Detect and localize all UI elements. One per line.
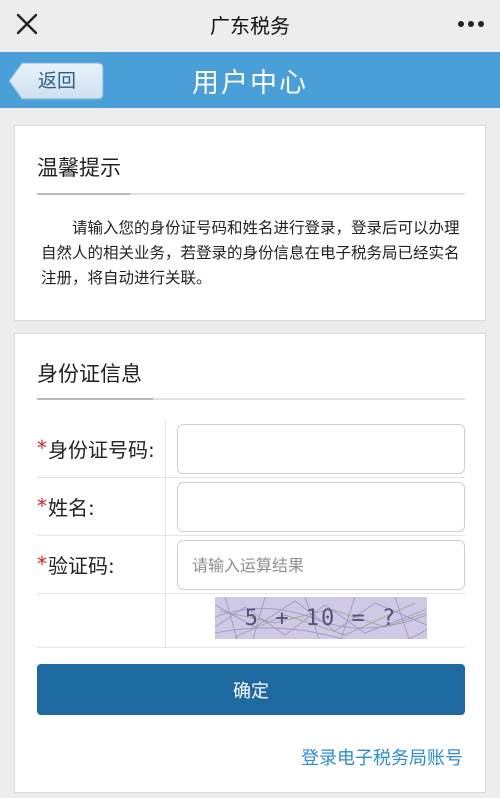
form-title: 身份证信息 [37, 362, 142, 386]
name-label-text: 姓名: [48, 495, 95, 520]
more-dots-icon[interactable] [456, 14, 486, 34]
name-row: * 姓名: [37, 478, 465, 534]
captcha-label: * 验证码: [37, 536, 177, 592]
row-divider [37, 647, 465, 648]
app-title: 广东税务 [210, 13, 290, 38]
notice-divider [37, 193, 465, 195]
captcha-text: 5 + 10 = ? [244, 605, 398, 631]
page-title: 用户中心 [192, 67, 308, 99]
row-divider [37, 593, 465, 594]
tax-account-login-link[interactable]: 登录电子税务局账号 [301, 744, 463, 770]
required-mark: * [37, 552, 47, 576]
id-number-label-text: 身份证号码: [48, 437, 155, 462]
captcha-label-text: 验证码: [48, 553, 115, 578]
close-icon[interactable] [12, 9, 42, 39]
notice-title: 温馨提示 [37, 156, 121, 180]
captcha-input[interactable] [177, 540, 465, 590]
notice-card: 温馨提示 请输入您的身份证号码和姓名进行登录，登录后可以办理自然人的相关业务，若… [14, 125, 486, 321]
required-mark: * [37, 436, 47, 460]
back-label: 返回 [38, 70, 77, 92]
id-number-row: * 身份证号码: [37, 420, 465, 476]
required-mark: * [37, 494, 47, 518]
form-divider [37, 398, 465, 400]
back-button[interactable]: 返回 [8, 62, 104, 100]
name-label: * 姓名: [37, 478, 177, 534]
notice-text: 请输入您的身份证号码和姓名进行登录，登录后可以办理自然人的相关业务，若登录的身份… [41, 219, 460, 287]
id-number-input[interactable] [177, 424, 465, 474]
app-bar: 广东税务 [0, 0, 500, 48]
id-info-card: 身份证信息 * 身份证号码: * 姓名: * 验证码: 请输入运算结果 5 + … [14, 333, 486, 793]
page-header: 返回 用户中心 [0, 52, 500, 108]
submit-button[interactable]: 确定 [37, 664, 465, 715]
captcha-row: * 验证码: [37, 536, 465, 592]
captcha-image[interactable]: 5 + 10 = ? [215, 597, 427, 639]
name-input[interactable] [177, 482, 465, 532]
id-number-label: * 身份证号码: [37, 420, 177, 476]
